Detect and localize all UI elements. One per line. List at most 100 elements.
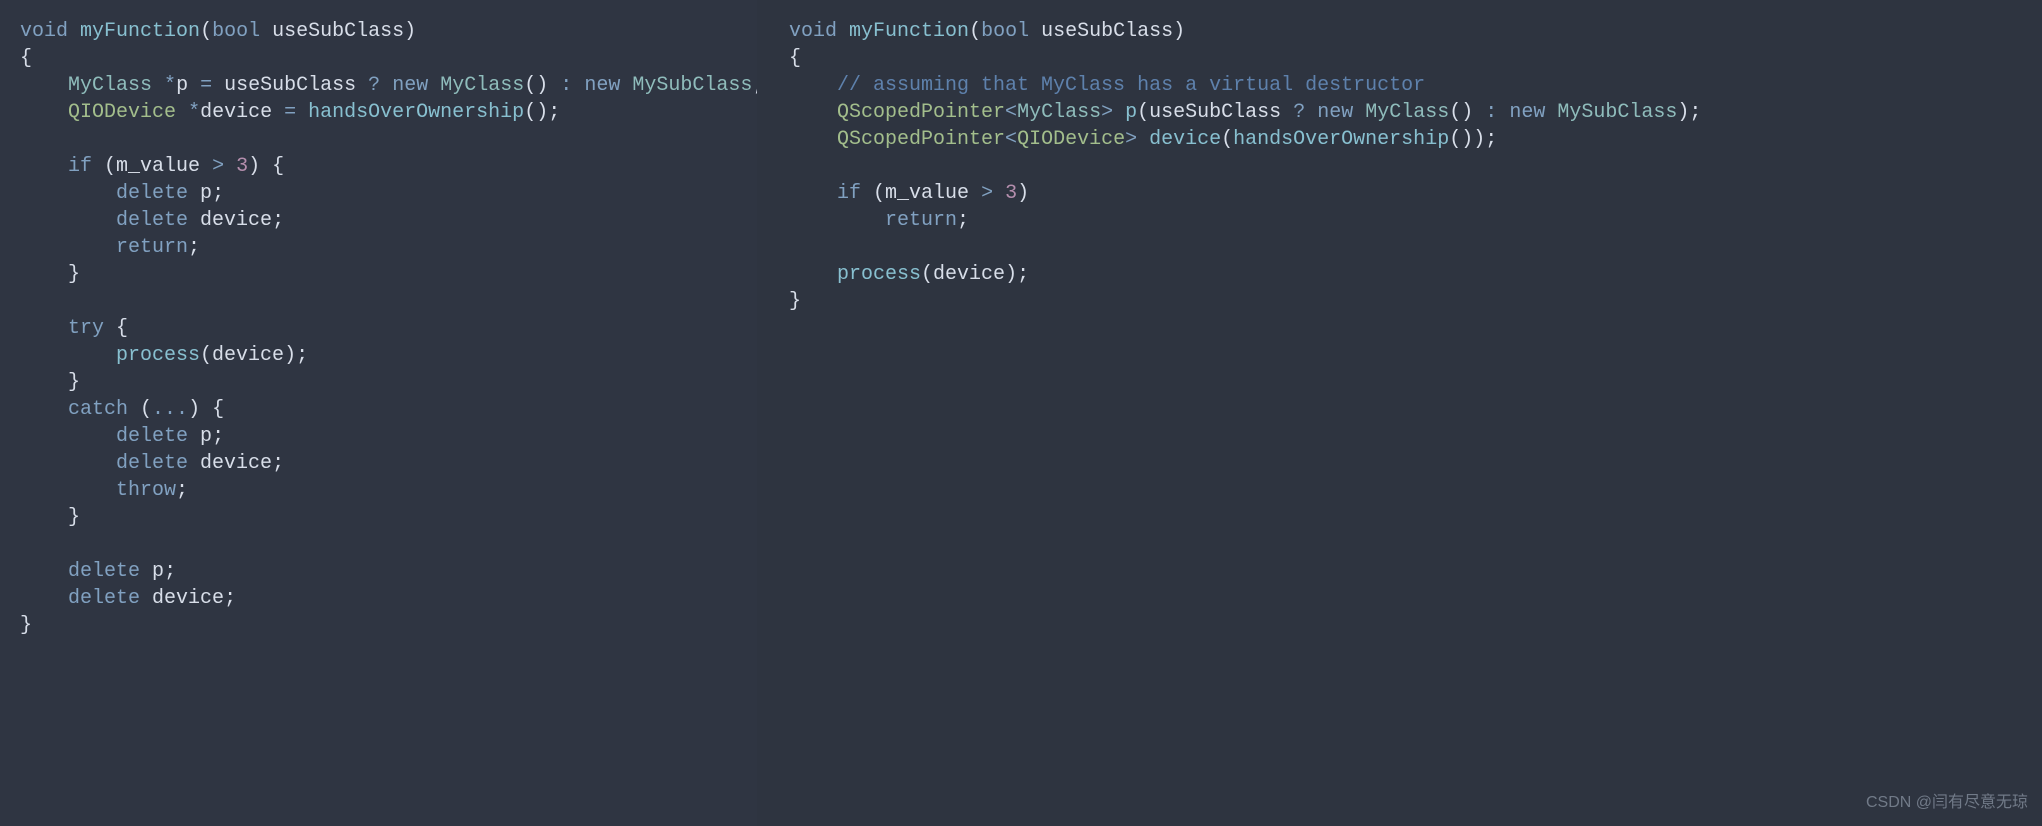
left-line: delete device; bbox=[20, 450, 737, 477]
code-token: } bbox=[20, 263, 80, 286]
code-token: () bbox=[524, 74, 548, 97]
code-token: m_value bbox=[116, 155, 200, 178]
code-token: : bbox=[1485, 101, 1497, 124]
code-token: > bbox=[212, 155, 224, 178]
code-token: { bbox=[20, 47, 32, 70]
left-line: { bbox=[20, 45, 737, 72]
right-line: // assuming that MyClass has a virtual d… bbox=[789, 72, 2022, 99]
code-token: device bbox=[152, 587, 224, 610]
code-token bbox=[20, 209, 116, 232]
code-token: 3 bbox=[1005, 182, 1017, 205]
code-token: handsOverOwnership bbox=[308, 101, 524, 124]
right-line bbox=[789, 234, 2022, 261]
left-line bbox=[20, 126, 737, 153]
code-token: delete bbox=[116, 209, 188, 232]
left-line: } bbox=[20, 369, 737, 396]
code-token: } bbox=[789, 290, 801, 313]
code-token: useSubClass bbox=[1041, 20, 1173, 43]
code-token bbox=[20, 452, 116, 475]
split-view: void myFunction(bool useSubClass){ MyCla… bbox=[0, 0, 2042, 826]
code-token bbox=[188, 74, 200, 97]
code-token: new bbox=[1317, 101, 1353, 124]
code-token bbox=[1029, 20, 1041, 43]
code-token: < bbox=[1005, 101, 1017, 124]
right-line: QScopedPointer<QIODevice> device(handsOv… bbox=[789, 126, 2022, 153]
code-token: ; bbox=[176, 479, 188, 502]
code-token bbox=[789, 182, 837, 205]
code-token: MyClass bbox=[1365, 101, 1449, 124]
code-token: ( bbox=[1137, 101, 1149, 124]
right-line: void myFunction(bool useSubClass) bbox=[789, 18, 2022, 45]
code-token: device bbox=[212, 344, 284, 367]
code-token bbox=[176, 101, 188, 124]
code-token: MySubClass bbox=[1557, 101, 1677, 124]
code-token bbox=[1353, 101, 1365, 124]
code-token bbox=[20, 587, 68, 610]
code-token bbox=[212, 74, 224, 97]
left-line: process(device); bbox=[20, 342, 737, 369]
code-token: < bbox=[1005, 128, 1017, 151]
right-line: QScopedPointer<MyClass> p(useSubClass ? … bbox=[789, 99, 2022, 126]
code-pane-right: void myFunction(bool useSubClass){ // as… bbox=[769, 0, 2042, 826]
code-token bbox=[20, 344, 116, 367]
code-token bbox=[837, 20, 849, 43]
code-token bbox=[20, 155, 68, 178]
code-token bbox=[1545, 101, 1557, 124]
code-token bbox=[200, 155, 212, 178]
code-token: { bbox=[104, 317, 128, 340]
code-token bbox=[620, 74, 632, 97]
code-token bbox=[260, 20, 272, 43]
code-token: handsOverOwnership bbox=[1233, 128, 1449, 151]
code-token bbox=[224, 155, 236, 178]
code-token: p bbox=[200, 425, 212, 448]
left-line: delete p; bbox=[20, 558, 737, 585]
code-token: ; bbox=[272, 209, 284, 232]
pane-gap bbox=[757, 0, 769, 826]
code-token: void bbox=[20, 20, 68, 43]
code-token: bool bbox=[212, 20, 260, 43]
code-token: ; bbox=[188, 236, 200, 259]
code-token bbox=[20, 479, 116, 502]
code-token: ) bbox=[1173, 20, 1185, 43]
code-token: p bbox=[152, 560, 164, 583]
code-token: myFunction bbox=[80, 20, 200, 43]
code-token: MyClass bbox=[440, 74, 524, 97]
code-token bbox=[140, 587, 152, 610]
left-line: void myFunction(bool useSubClass) bbox=[20, 18, 737, 45]
code-token: ; bbox=[224, 587, 236, 610]
code-token: delete bbox=[68, 560, 140, 583]
code-token: QScopedPointer bbox=[837, 128, 1005, 151]
code-token: if bbox=[837, 182, 861, 205]
code-token bbox=[20, 398, 68, 421]
code-pane-left: void myFunction(bool useSubClass){ MyCla… bbox=[0, 0, 757, 826]
code-token: bool bbox=[981, 20, 1029, 43]
code-token bbox=[20, 74, 68, 97]
left-line: if (m_value > 3) { bbox=[20, 153, 737, 180]
left-line bbox=[20, 531, 737, 558]
code-token: m_value bbox=[885, 182, 969, 205]
code-token bbox=[789, 209, 885, 232]
code-token: ) { bbox=[188, 398, 224, 421]
code-token: process bbox=[837, 263, 921, 286]
code-token: () bbox=[1449, 101, 1473, 124]
code-token bbox=[1473, 101, 1485, 124]
code-token bbox=[1113, 101, 1125, 124]
left-line: } bbox=[20, 261, 737, 288]
code-token bbox=[20, 182, 116, 205]
code-token: ; bbox=[212, 425, 224, 448]
code-token: device bbox=[200, 452, 272, 475]
code-token: p bbox=[176, 74, 188, 97]
code-token: new bbox=[392, 74, 428, 97]
code-token bbox=[188, 452, 200, 475]
code-token: } bbox=[20, 614, 32, 637]
left-line: MyClass *p = useSubClass ? new MyClass()… bbox=[20, 72, 737, 99]
code-token bbox=[20, 101, 68, 124]
code-token bbox=[188, 209, 200, 232]
code-token bbox=[140, 560, 152, 583]
code-token: throw bbox=[116, 479, 176, 502]
code-token: device bbox=[933, 263, 1005, 286]
code-token: ? bbox=[368, 74, 380, 97]
right-line: process(device); bbox=[789, 261, 2022, 288]
code-token: : bbox=[560, 74, 572, 97]
left-line: try { bbox=[20, 315, 737, 342]
